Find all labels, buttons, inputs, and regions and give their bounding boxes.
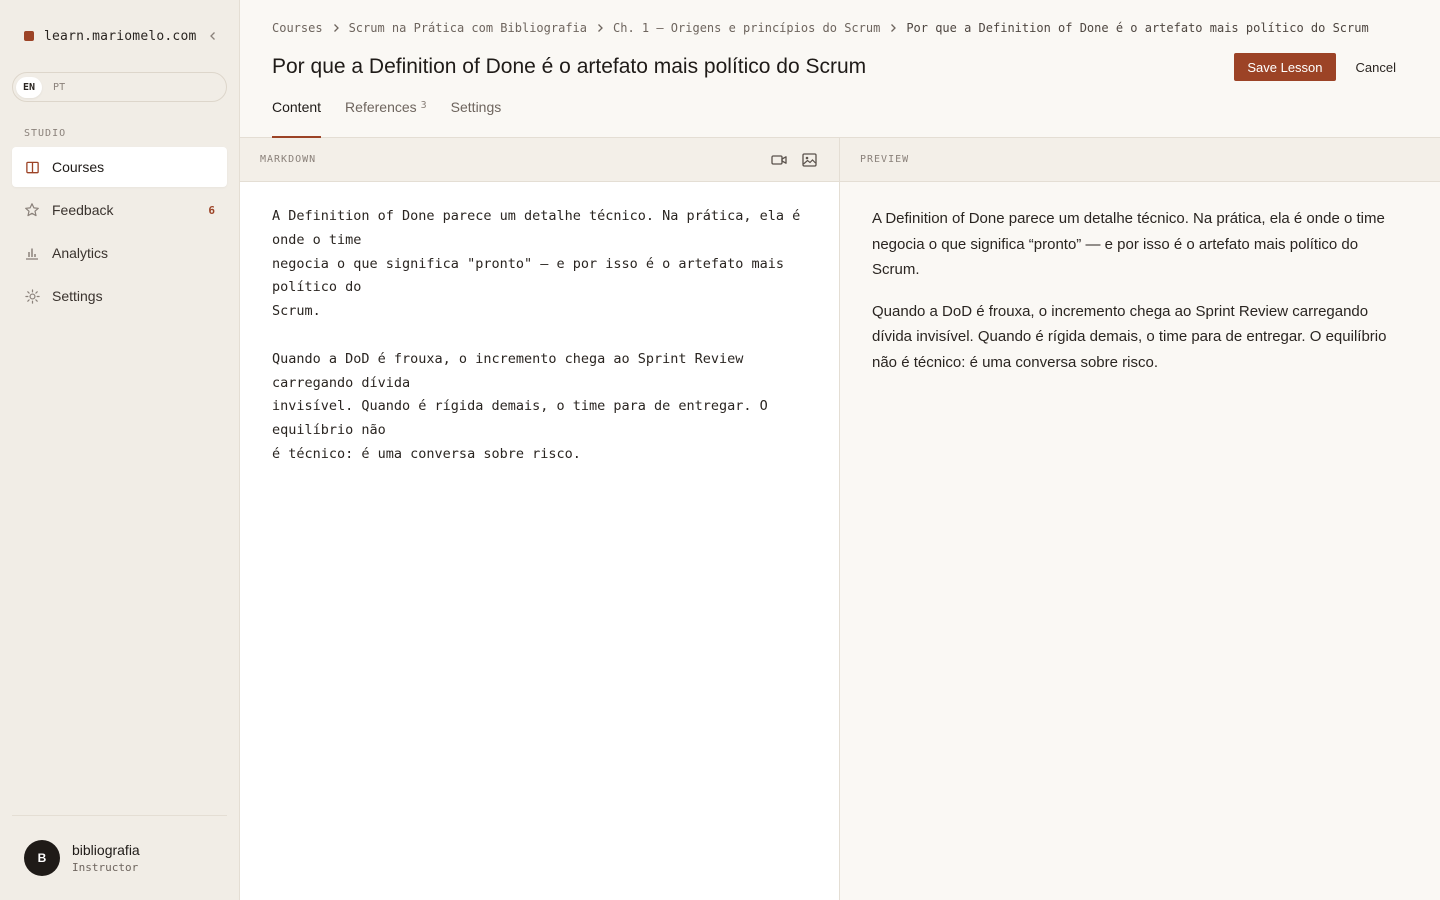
breadcrumb-lesson: Por que a Definition of Done é o artefat… (906, 21, 1369, 35)
references-count-badge: 3 (420, 100, 427, 111)
tab-label: Content (272, 99, 322, 115)
chevron-left-icon[interactable] (207, 28, 219, 44)
tab-label: References (345, 99, 417, 115)
sidebar-item-label: Feedback (52, 202, 114, 218)
preview-content: A Definition of Done parece um detalhe t… (840, 182, 1440, 416)
chevron-right-icon (331, 23, 341, 33)
language-toggle: EN PT (12, 72, 227, 102)
sidebar-item-analytics[interactable]: Analytics (12, 233, 227, 273)
sidebar-item-settings[interactable]: Settings (12, 276, 227, 316)
preview-paragraph: Quando a DoD é frouxa, o incremento cheg… (872, 302, 1387, 371)
breadcrumb-courses[interactable]: Courses (272, 21, 323, 35)
chevron-right-icon (595, 23, 605, 33)
feedback-count-badge: 6 (208, 203, 215, 217)
sidebar-item-courses[interactable]: Courses (12, 147, 227, 187)
main-content: Courses Scrum na Prática com Bibliografi… (240, 0, 1440, 900)
sidebar-item-feedback[interactable]: Feedback 6 (12, 190, 227, 230)
tab-content[interactable]: Content (272, 91, 322, 138)
breadcrumb-chapter[interactable]: Ch. 1 — Origens e princípios do Scrum (613, 21, 880, 35)
book-icon (24, 159, 40, 175)
avatar: B (24, 840, 60, 876)
brand: learn.mariomelo.com (0, 0, 239, 72)
brand-name[interactable]: learn.mariomelo.com (44, 29, 197, 44)
title-row: Por que a Definition of Done é o artefat… (272, 52, 1408, 82)
preview-paragraph: A Definition of Done parece um detalhe t… (872, 210, 1385, 279)
breadcrumb: Courses Scrum na Prática com Bibliografi… (272, 0, 1408, 35)
gear-icon (24, 288, 40, 304)
sidebar-item-label: Settings (52, 288, 103, 304)
user-role: Instructor (72, 861, 139, 874)
sidebar: learn.mariomelo.com EN PT STUDIO Courses… (0, 0, 240, 900)
video-icon[interactable] (769, 150, 789, 170)
sidebar-nav: Courses Feedback 6 Analytics Settings (0, 147, 239, 316)
page-title: Por que a Definition of Done é o artefat… (272, 55, 867, 78)
tab-settings[interactable]: Settings (451, 91, 502, 138)
markdown-label: MARKDOWN (260, 154, 317, 165)
sidebar-item-label: Courses (52, 159, 105, 175)
editor-panes: MARKDOWN A Definition of Done parece um … (240, 138, 1440, 900)
preview-pane-header: PREVIEW (840, 138, 1440, 182)
lesson-header: Courses Scrum na Prática com Bibliografi… (240, 0, 1440, 138)
tab-label: Settings (450, 99, 502, 115)
cancel-button[interactable]: Cancel (1356, 60, 1396, 75)
section-label-studio: STUDIO (24, 128, 67, 139)
lang-option-pt[interactable]: PT (46, 77, 72, 98)
save-lesson-button[interactable]: Save Lesson (1234, 53, 1336, 81)
preview-pane: PREVIEW A Definition of Done parece um d… (840, 138, 1440, 900)
bar-chart-icon (24, 245, 40, 261)
image-icon[interactable] (799, 150, 819, 170)
markdown-editor[interactable]: A Definition of Done parece um detalhe t… (240, 182, 839, 490)
breadcrumb-course[interactable]: Scrum na Prática com Bibliografia (349, 21, 587, 35)
markdown-pane-header: MARKDOWN (240, 138, 839, 182)
lang-option-en[interactable]: EN (16, 76, 43, 98)
star-icon (24, 202, 40, 218)
brand-logo-icon (24, 31, 34, 41)
lesson-tabs: Content References 3 Settings (272, 91, 501, 138)
user-profile[interactable]: B bibliografia Instructor (12, 815, 227, 900)
user-name: bibliografia (72, 842, 140, 858)
chevron-right-icon (888, 23, 898, 33)
markdown-pane: MARKDOWN A Definition of Done parece um … (240, 138, 840, 900)
sidebar-item-label: Analytics (52, 245, 109, 261)
preview-label: PREVIEW (860, 154, 910, 165)
tab-references[interactable]: References 3 (345, 91, 427, 138)
